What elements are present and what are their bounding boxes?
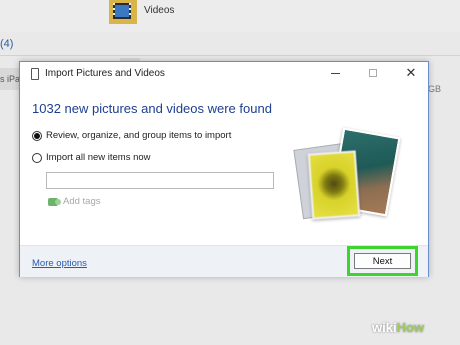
close-button[interactable]: ✕: [404, 65, 418, 80]
next-button[interactable]: Next: [354, 253, 411, 269]
wikihow-watermark: wikiHow: [372, 320, 424, 335]
next-button-highlight: Next: [347, 246, 418, 276]
maximize-icon: [369, 69, 377, 77]
watermark-how: How: [396, 320, 425, 335]
review-organize-label: Review, organize, and group items to imp…: [46, 130, 232, 141]
import-all-option[interactable]: Import all new items now: [32, 152, 151, 163]
watermark-wiki: wiki: [372, 320, 397, 335]
maximize-button: [366, 66, 380, 80]
radio-button[interactable]: [32, 152, 42, 163]
dialog-titlebar[interactable]: Import Pictures and Videos ✕: [20, 62, 428, 86]
minimize-button[interactable]: [328, 66, 342, 80]
more-options-link[interactable]: More options: [32, 258, 87, 269]
add-tags-control[interactable]: Add tags: [48, 196, 101, 207]
import-dialog: Import Pictures and Videos ✕ 1032 new pi…: [19, 61, 429, 277]
found-items-heading: 1032 new pictures and videos were found: [32, 101, 272, 116]
videos-folder-label[interactable]: Videos: [144, 5, 174, 16]
tag-icon: [48, 197, 61, 206]
devices-section-count: (4): [0, 38, 14, 50]
divider: [0, 55, 460, 56]
radio-button-selected[interactable]: [32, 130, 42, 141]
radio-dot: [34, 132, 40, 139]
dialog-footer: More options Next: [20, 245, 428, 277]
photos-illustration: [290, 124, 410, 234]
dialog-title: Import Pictures and Videos: [45, 68, 165, 79]
add-tags-label: Add tags: [63, 196, 101, 207]
explorer-background: [0, 0, 460, 32]
close-icon: ✕: [405, 65, 417, 80]
device-icon: [31, 68, 39, 80]
group-name-input[interactable]: [46, 172, 274, 189]
videos-folder-icon: [109, 0, 137, 24]
import-all-label: Import all new items now: [46, 152, 151, 163]
background-capacity-label: GB: [428, 84, 442, 94]
review-organize-option[interactable]: Review, organize, and group items to imp…: [32, 130, 231, 141]
minimize-icon: [330, 72, 340, 74]
photo-yellow: [307, 150, 361, 220]
